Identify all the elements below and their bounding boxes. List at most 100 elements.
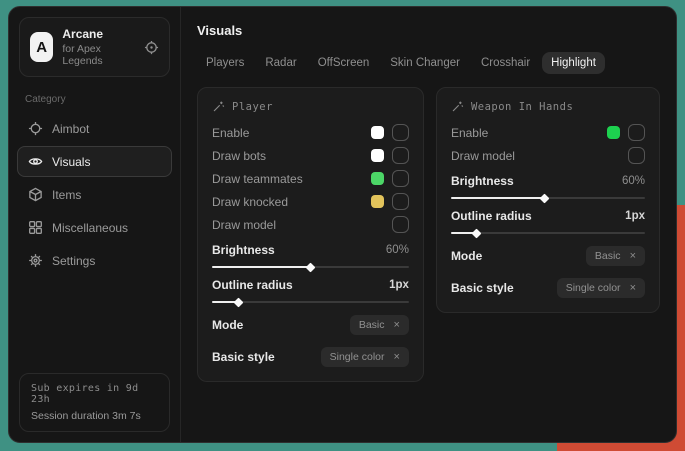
tab-offscreen[interactable]: OffScreen: [309, 52, 379, 74]
tag-value: Single color: [330, 351, 385, 363]
tab-highlight[interactable]: Highlight: [542, 52, 605, 74]
mode-tag[interactable]: Basic ×: [586, 246, 645, 266]
player-panel-title: Player: [212, 100, 409, 113]
checkbox[interactable]: [392, 170, 409, 187]
checkbox[interactable]: [392, 147, 409, 164]
setting-row-draw-teammates: Draw teammates: [212, 170, 409, 187]
setting-label: Draw model: [212, 218, 276, 232]
setting-row-draw-knocked: Draw knocked: [212, 193, 409, 210]
sidebar-item-label: Visuals: [52, 155, 90, 169]
setting-label: Draw knocked: [212, 195, 288, 209]
setting-label: Draw bots: [212, 149, 266, 163]
app-logo: A: [30, 32, 53, 62]
setting-label: Draw model: [451, 149, 515, 163]
sidebar-item-items[interactable]: Items: [17, 179, 172, 210]
checkbox[interactable]: [628, 124, 645, 141]
color-swatch[interactable]: [371, 172, 384, 185]
setting-row-draw-model: Draw model: [451, 147, 645, 164]
sidebar-item-settings[interactable]: Settings: [17, 245, 172, 276]
tab-skin-changer[interactable]: Skin Changer: [381, 52, 469, 74]
slider-label: Brightness: [212, 243, 275, 257]
setting-label: Draw teammates: [212, 172, 303, 186]
sidebar-item-aimbot[interactable]: Aimbot: [17, 113, 172, 144]
checkbox[interactable]: [392, 124, 409, 141]
color-swatch[interactable]: [371, 126, 384, 139]
slider-thumb[interactable]: [472, 228, 482, 238]
slider-label: Outline radius: [451, 209, 532, 223]
setting-row-draw-bots: Draw bots: [212, 147, 409, 164]
slider-outline-radius: Outline radius 1px: [212, 278, 409, 303]
gear-icon: [28, 253, 43, 268]
tab-radar[interactable]: Radar: [256, 52, 305, 74]
panels-container: Player Enable Draw bots: [197, 87, 660, 382]
slider-value: 1px: [625, 210, 645, 222]
mode-tag[interactable]: Basic ×: [350, 315, 409, 335]
color-swatch[interactable]: [371, 195, 384, 208]
tag-value: Basic: [359, 319, 385, 331]
session-duration-text: Session duration 3m 7s: [31, 410, 158, 422]
sidebar-item-label: Aimbot: [52, 122, 89, 136]
slider-track[interactable]: [451, 197, 645, 199]
slider-value: 60%: [386, 244, 409, 256]
main-content: Visuals Players Radar OffScreen Skin Cha…: [181, 7, 676, 442]
sub-expires-text: Sub expires in 9d 23h: [31, 383, 158, 405]
setting-label: Enable: [212, 126, 249, 140]
weapon-panel-title: Weapon In Hands: [451, 100, 645, 113]
setting-row-mode: Mode Basic ×: [212, 315, 409, 335]
remove-tag-icon[interactable]: ×: [630, 251, 636, 262]
tab-bar: Players Radar OffScreen Skin Changer Cro…: [197, 52, 660, 74]
color-swatch[interactable]: [371, 149, 384, 162]
sidebar-item-miscellaneous[interactable]: Miscellaneous: [17, 212, 172, 243]
color-swatch[interactable]: [607, 126, 620, 139]
tab-players[interactable]: Players: [197, 52, 253, 74]
sidebar-item-visuals[interactable]: Visuals: [17, 146, 172, 177]
category-section-label: Category: [25, 94, 164, 105]
basic-style-tag[interactable]: Single color ×: [557, 278, 645, 298]
setting-row-basic-style: Basic style Single color ×: [212, 347, 409, 367]
slider-track[interactable]: [212, 266, 409, 268]
slider-value: 60%: [622, 175, 645, 187]
setting-row-mode: Mode Basic ×: [451, 246, 645, 266]
remove-tag-icon[interactable]: ×: [394, 352, 400, 363]
setting-row-enable: Enable: [451, 124, 645, 141]
slider-label: Outline radius: [212, 278, 293, 292]
setting-row-basic-style: Basic style Single color ×: [451, 278, 645, 298]
setting-label: Basic style: [451, 281, 514, 295]
checkbox[interactable]: [392, 193, 409, 210]
slider-thumb[interactable]: [306, 262, 316, 272]
sidebar: A Arcane for Apex Legends Category: [9, 7, 181, 442]
slider-brightness: Brightness 60%: [451, 174, 645, 199]
cube-icon: [28, 187, 43, 202]
tab-crosshair[interactable]: Crosshair: [472, 52, 539, 74]
slider-brightness: Brightness 60%: [212, 243, 409, 268]
slider-track[interactable]: [451, 232, 645, 234]
basic-style-tag[interactable]: Single color ×: [321, 347, 409, 367]
remove-tag-icon[interactable]: ×: [394, 320, 400, 331]
page-title: Visuals: [197, 23, 660, 38]
app-title: Arcane: [62, 27, 126, 41]
setting-row-enable: Enable: [212, 124, 409, 141]
app-window: A Arcane for Apex Legends Category: [8, 6, 677, 443]
weapon-in-hands-panel: Weapon In Hands Enable Draw model: [436, 87, 660, 313]
slider-track[interactable]: [212, 301, 409, 303]
setting-label: Basic style: [212, 350, 275, 364]
slider-thumb[interactable]: [540, 193, 550, 203]
panel-title-text: Player: [232, 101, 273, 113]
crosshair-icon: [28, 121, 43, 136]
slider-thumb[interactable]: [233, 297, 243, 307]
grid-icon: [28, 220, 43, 235]
slider-label: Brightness: [451, 174, 514, 188]
tag-value: Basic: [595, 250, 621, 262]
app-title-block: Arcane for Apex Legends: [62, 27, 126, 67]
player-panel: Player Enable Draw bots: [197, 87, 424, 382]
setting-label: Mode: [212, 318, 243, 332]
setting-row-draw-model: Draw model: [212, 216, 409, 233]
wand-icon: [212, 100, 225, 113]
sidebar-item-label: Miscellaneous: [52, 221, 128, 235]
wand-icon: [451, 100, 464, 113]
checkbox[interactable]: [392, 216, 409, 233]
target-icon[interactable]: [144, 40, 159, 55]
slider-value: 1px: [389, 279, 409, 291]
remove-tag-icon[interactable]: ×: [630, 283, 636, 294]
checkbox[interactable]: [628, 147, 645, 164]
